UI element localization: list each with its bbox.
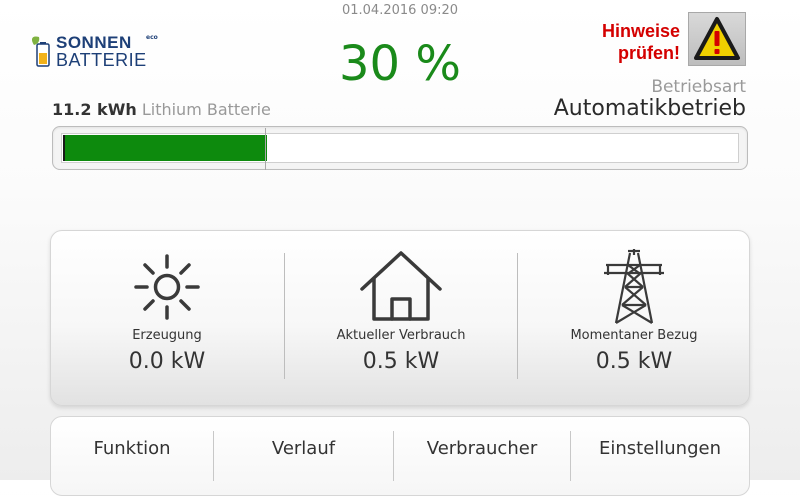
nav-funktion-button[interactable]: Funktion [51,417,213,481]
battery-capacity: 11.2 kWh Lithium Batterie [52,100,271,119]
stat-grid-import-label: Momentaner Bezug [570,328,698,343]
mode-label: Betriebsart [651,77,746,97]
capacity-type: Lithium Batterie [141,100,271,119]
charge-bar-divider [265,128,266,170]
stat-generation[interactable]: Erzeugung 0.0 kW [51,231,283,407]
mode-value: Automatikbetrieb [553,96,746,121]
capacity-value: 11.2 kWh [52,100,137,119]
stat-generation-value: 0.0 kW [128,349,206,374]
stat-grid-import-value: 0.5 kW [595,349,673,374]
datetime: 01.04.2016 09:20 [341,3,459,18]
bottom-nav: Funktion Verlauf Verbraucher Einstellung… [50,416,750,496]
charge-bar-track [61,128,739,170]
stat-consumption[interactable]: Aktueller Verbrauch 0.5 kW [285,231,517,407]
stat-consumption-label: Aktueller Verbrauch [336,328,466,343]
nav-einstellungen-button[interactable]: Einstellungen [571,417,749,481]
sun-icon [134,254,200,320]
stat-generation-label: Erzeugung [132,328,202,343]
warning-triangle-icon [694,17,740,60]
warning-line1: Hinweise [601,21,680,41]
energy-stats-panel: Erzeugung 0.0 kW Aktueller Verbrauch 0.5… [50,230,750,406]
warning-message[interactable]: Hinweise prüfen! [576,20,680,64]
house-icon [360,251,442,321]
charge-bar [52,126,748,170]
charge-bar-fill [63,135,267,161]
stat-consumption-value: 0.5 kW [362,349,440,374]
power-pylon-icon [604,249,664,324]
nav-verlauf-button[interactable]: Verlauf [214,417,393,481]
warning-button[interactable] [688,12,746,66]
stat-grid-import[interactable]: Momentaner Bezug 0.5 kW [518,231,750,407]
warning-line2: prüfen! [618,43,680,63]
nav-verbraucher-button[interactable]: Verbraucher [394,417,570,481]
